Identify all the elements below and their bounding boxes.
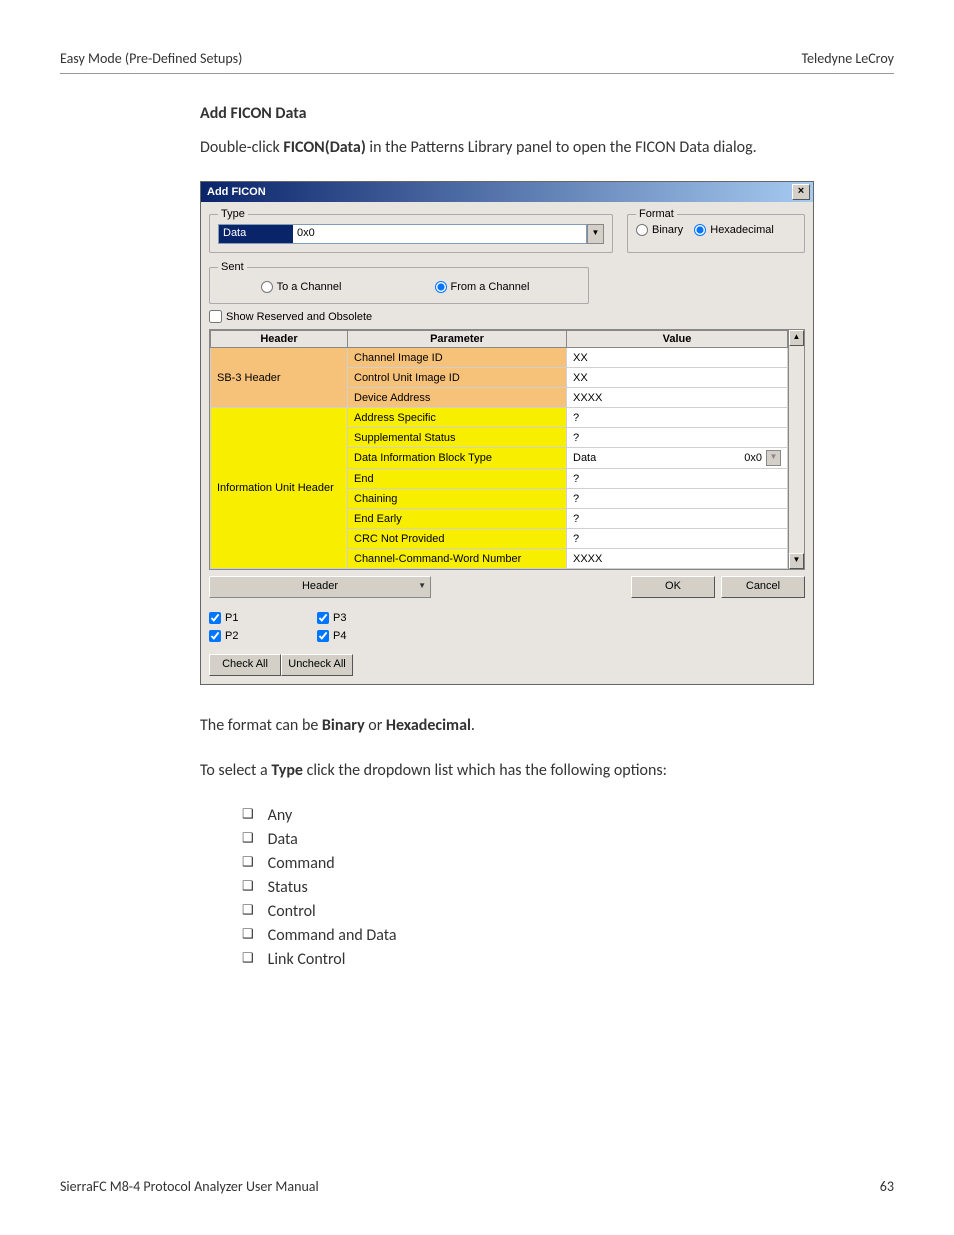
table-value[interactable]: XX <box>567 348 788 368</box>
chevron-down-icon[interactable]: ▼ <box>766 450 781 466</box>
scroll-down-icon[interactable]: ▼ <box>789 553 804 569</box>
table-param[interactable]: End <box>348 469 567 489</box>
parameter-table: Header Parameter Value SB-3 Header Chann… <box>209 329 805 570</box>
footer-left: SierraFC M8-4 Protocol Analyzer User Man… <box>60 1178 319 1195</box>
format-group: Format Binary Hexadecimal <box>627 208 805 253</box>
table-param[interactable]: Device Address <box>348 388 567 408</box>
list-item: Any <box>242 804 854 828</box>
table-param[interactable]: End Early <box>348 509 567 529</box>
table-value[interactable]: ? <box>567 509 788 529</box>
header-left: Easy Mode (Pre-Defined Setups) <box>60 50 242 67</box>
table-value[interactable]: ? <box>567 469 788 489</box>
uncheck-all-button[interactable]: Uncheck All <box>281 654 353 676</box>
group-iuh: Information Unit Header <box>211 408 348 569</box>
list-item: Data <box>242 828 854 852</box>
port-p2-checkbox[interactable]: P2 <box>209 630 269 642</box>
table-param[interactable]: Data Information Block Type <box>348 448 567 469</box>
format-binary-radio[interactable]: Binary <box>636 224 683 236</box>
table-param[interactable]: Channel Image ID <box>348 348 567 368</box>
intro-paragraph: Double-click FICON(Data) in the Patterns… <box>200 137 854 159</box>
format-paragraph: The format can be Binary or Hexadecimal. <box>200 715 854 737</box>
cancel-button[interactable]: Cancel <box>721 576 805 598</box>
table-value[interactable]: Data 0x0 ▼ <box>567 448 788 469</box>
sent-to-radio[interactable]: To a Channel <box>261 281 342 293</box>
col-header: Header <box>211 331 348 348</box>
table-scrollbar[interactable]: ▲ ▼ <box>788 330 804 569</box>
group-sb3: SB-3 Header <box>211 348 348 408</box>
table-value[interactable]: ? <box>567 489 788 509</box>
table-value[interactable]: ? <box>567 408 788 428</box>
type-dropdown[interactable]: Data 0x0 ▼ <box>218 224 604 244</box>
type-legend: Type <box>218 208 248 220</box>
table-value[interactable]: XX <box>567 368 788 388</box>
close-icon[interactable]: × <box>792 184 810 200</box>
chevron-down-icon[interactable]: ▼ <box>587 224 604 244</box>
type-group: Type Data 0x0 ▼ <box>209 208 613 253</box>
type-paragraph: To select a Type click the dropdown list… <box>200 760 854 782</box>
header-right: Teledyne LeCroy <box>801 50 894 67</box>
scroll-up-icon[interactable]: ▲ <box>789 330 804 346</box>
list-item: Link Control <box>242 948 854 972</box>
sent-from-radio[interactable]: From a Channel <box>435 281 530 293</box>
col-value: Value <box>567 331 788 348</box>
port-p1-checkbox[interactable]: P1 <box>209 612 269 624</box>
sent-group: Sent To a Channel From a Channel <box>209 261 589 304</box>
table-param[interactable]: CRC Not Provided <box>348 529 567 549</box>
check-all-button[interactable]: Check All <box>209 654 281 676</box>
show-reserved-checkbox[interactable]: Show Reserved and Obsolete <box>209 310 805 323</box>
table-param[interactable]: Address Specific <box>348 408 567 428</box>
table-param[interactable]: Chaining <box>348 489 567 509</box>
table-value[interactable]: XXXX <box>567 549 788 569</box>
table-param[interactable]: Channel-Command-Word Number <box>348 549 567 569</box>
table-param[interactable]: Supplemental Status <box>348 428 567 448</box>
table-param[interactable]: Control Unit Image ID <box>348 368 567 388</box>
header-dropdown[interactable]: Header <box>209 576 431 598</box>
format-hex-radio[interactable]: Hexadecimal <box>694 224 774 236</box>
section-heading: Add FICON Data <box>200 104 854 123</box>
ok-button[interactable]: OK <box>631 576 715 598</box>
add-ficon-dialog: Add FICON × Type Data 0x0 ▼ Format <box>200 181 814 685</box>
col-parameter: Parameter <box>348 331 567 348</box>
list-item: Command <box>242 852 854 876</box>
table-value[interactable]: ? <box>567 529 788 549</box>
footer-page-number: 63 <box>880 1178 894 1195</box>
format-legend: Format <box>636 208 677 220</box>
table-value[interactable]: ? <box>567 428 788 448</box>
list-item: Command and Data <box>242 924 854 948</box>
port-p4-checkbox[interactable]: P4 <box>317 630 377 642</box>
list-item: Control <box>242 900 854 924</box>
dialog-title: Add FICON <box>207 186 266 198</box>
port-p3-checkbox[interactable]: P3 <box>317 612 377 624</box>
sent-legend: Sent <box>218 261 247 273</box>
table-value[interactable]: XXXX <box>567 388 788 408</box>
list-item: Status <box>242 876 854 900</box>
type-options-list: Any Data Command Status Control Command … <box>242 804 854 972</box>
